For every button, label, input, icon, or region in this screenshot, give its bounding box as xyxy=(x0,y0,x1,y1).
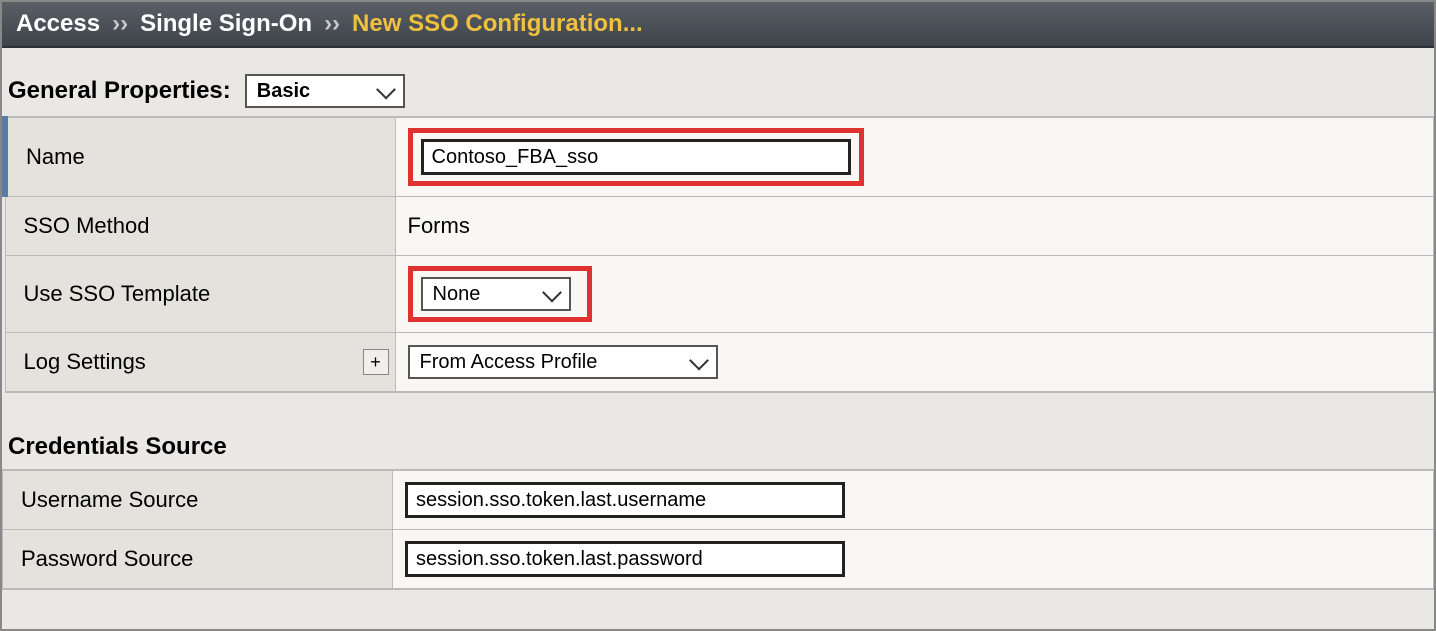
breadcrumb: Access ›› Single Sign-On ›› New SSO Conf… xyxy=(2,2,1434,48)
value-sso-method: Forms xyxy=(395,197,1434,256)
cell-name-value: Contoso_FBA_sso xyxy=(395,117,1434,197)
label-name: Name xyxy=(5,117,395,197)
label-sso-method: SSO Method xyxy=(5,197,395,256)
properties-mode-select[interactable]: Basic xyxy=(245,74,405,108)
chevron-right-icon: ›› xyxy=(112,10,128,38)
section-title-label: General Properties: xyxy=(8,77,231,105)
label-username-source: Username Source xyxy=(3,470,393,530)
label-log-settings: Log Settings + xyxy=(5,333,395,393)
expand-button[interactable]: + xyxy=(363,349,389,375)
row-password-source: Password Source session.sso.token.last.p… xyxy=(3,530,1434,590)
sso-template-select[interactable]: None xyxy=(421,277,571,311)
row-username-source: Username Source session.sso.token.last.u… xyxy=(3,470,1434,530)
credentials-source-table: Username Source session.sso.token.last.u… xyxy=(2,469,1434,590)
log-settings-select[interactable]: From Access Profile xyxy=(408,345,718,379)
name-input[interactable]: Contoso_FBA_sso xyxy=(421,139,851,175)
section-title-label: Credentials Source xyxy=(8,433,227,461)
breadcrumb-item-access[interactable]: Access xyxy=(16,10,100,38)
username-source-input[interactable]: session.sso.token.last.username xyxy=(405,482,845,518)
cell-log-settings-value: From Access Profile xyxy=(395,333,1434,393)
breadcrumb-item-sso[interactable]: Single Sign-On xyxy=(140,10,312,38)
chevron-right-icon: ›› xyxy=(324,10,340,38)
cell-password-source-value: session.sso.token.last.password xyxy=(393,530,1434,590)
label-password-source: Password Source xyxy=(3,530,393,590)
breadcrumb-current: New SSO Configuration... xyxy=(352,10,643,38)
row-name: Name Contoso_FBA_sso xyxy=(5,117,1434,197)
label-log-settings-text: Log Settings xyxy=(24,349,146,374)
general-properties-table: Name Contoso_FBA_sso SSO Method Forms Us… xyxy=(2,116,1434,393)
credentials-source-heading: Credentials Source xyxy=(2,423,1434,469)
row-sso-method: SSO Method Forms xyxy=(5,197,1434,256)
cell-sso-template-value: None xyxy=(395,256,1434,333)
label-sso-template: Use SSO Template xyxy=(5,256,395,333)
general-properties-heading: General Properties: Basic xyxy=(2,48,1434,116)
row-sso-template: Use SSO Template None xyxy=(5,256,1434,333)
cell-username-source-value: session.sso.token.last.username xyxy=(393,470,1434,530)
password-source-input[interactable]: session.sso.token.last.password xyxy=(405,541,845,577)
row-log-settings: Log Settings + From Access Profile xyxy=(5,333,1434,393)
highlight-box: Contoso_FBA_sso xyxy=(408,128,864,186)
highlight-box: None xyxy=(408,266,592,322)
